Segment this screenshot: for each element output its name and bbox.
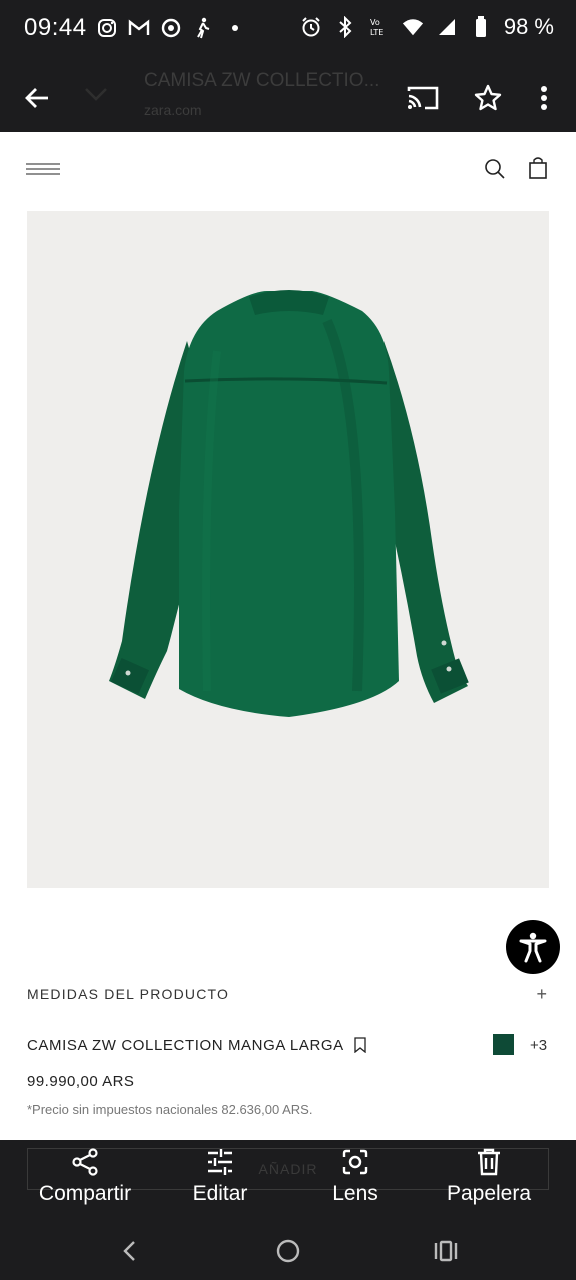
plus-icon: + bbox=[536, 984, 547, 1004]
chevron-left-icon bbox=[123, 1241, 135, 1261]
cast-button[interactable] bbox=[401, 76, 445, 120]
nav-back-button[interactable] bbox=[112, 1234, 146, 1268]
shirt-illustration bbox=[109, 290, 469, 717]
chrome-icon bbox=[160, 17, 182, 39]
gmail-icon bbox=[128, 17, 150, 39]
svg-text:Vo: Vo bbox=[370, 18, 380, 27]
status-bar: 09:44 Vo LTE 98 % bbox=[0, 0, 576, 58]
page-title: CAMISA ZW COLLECTIO... bbox=[144, 70, 380, 91]
browser-toolbar: CAMISA ZW COLLECTIO... zara.com bbox=[0, 58, 576, 132]
save-product-button[interactable] bbox=[353, 1037, 367, 1058]
signal-icon bbox=[436, 16, 458, 38]
accessibility-icon bbox=[519, 932, 547, 963]
instagram-icon bbox=[96, 17, 118, 39]
site-header bbox=[0, 132, 576, 210]
search-button[interactable] bbox=[484, 158, 506, 180]
product-info: CAMISA ZW COLLECTION MANGA LARGA +3 bbox=[27, 1034, 549, 1060]
menu-icon bbox=[26, 163, 60, 175]
bluetooth-icon bbox=[334, 16, 356, 38]
tax-note: *Precio sin impuestos nacionales 82.636,… bbox=[27, 1102, 313, 1117]
edit-label: Editar bbox=[192, 1182, 248, 1205]
chevron-down-icon bbox=[85, 88, 107, 101]
battery-percent: 98 % bbox=[503, 14, 554, 39]
delete-button[interactable]: Papelera bbox=[424, 1148, 554, 1206]
edit-button[interactable]: Editar bbox=[155, 1148, 285, 1206]
screenshot-action-bar: AÑADIR Compartir Editar Lens Papelera bbox=[0, 1140, 576, 1220]
more-colors-count[interactable]: +3 bbox=[530, 1037, 547, 1054]
svg-text:LTE: LTE bbox=[370, 28, 383, 37]
dot-icon bbox=[224, 17, 246, 39]
delete-label: Papelera bbox=[446, 1182, 532, 1205]
share-label: Compartir bbox=[38, 1182, 132, 1205]
page-url: zara.com bbox=[144, 102, 202, 118]
lens-label: Lens bbox=[332, 1182, 378, 1205]
lens-button[interactable]: Lens bbox=[290, 1148, 420, 1206]
nav-home-button[interactable] bbox=[271, 1234, 305, 1268]
trash-icon bbox=[478, 1148, 500, 1176]
cast-icon bbox=[407, 86, 439, 110]
alarm-icon bbox=[300, 16, 322, 38]
tune-icon bbox=[208, 1149, 232, 1175]
product-price: 99.990,00 ARS bbox=[27, 1073, 135, 1090]
bookmark-icon bbox=[354, 1037, 366, 1054]
product-name: CAMISA ZW COLLECTION MANGA LARGA bbox=[27, 1037, 344, 1054]
arrow-left-icon bbox=[25, 88, 48, 108]
product-measurements-toggle[interactable]: MEDIDAS DEL PRODUCTO + bbox=[27, 984, 549, 1004]
recents-icon bbox=[434, 1240, 458, 1262]
shopping-bag-icon bbox=[529, 157, 547, 179]
menu-button[interactable] bbox=[26, 160, 60, 180]
bookmark-star-button[interactable] bbox=[466, 76, 510, 120]
lens-icon bbox=[342, 1149, 368, 1175]
search-icon bbox=[485, 159, 505, 179]
share-button[interactable]: Compartir bbox=[20, 1148, 150, 1206]
measurements-label: MEDIDAS DEL PRODUCTO bbox=[27, 986, 230, 1002]
collapse-button[interactable] bbox=[74, 72, 118, 116]
share-icon bbox=[72, 1148, 98, 1176]
product-image[interactable] bbox=[27, 211, 549, 888]
cart-button[interactable] bbox=[528, 156, 550, 180]
wifi-icon bbox=[402, 16, 424, 38]
accessibility-button[interactable] bbox=[506, 920, 560, 974]
walking-icon bbox=[192, 17, 214, 39]
back-button[interactable] bbox=[15, 76, 59, 120]
color-swatch[interactable] bbox=[493, 1034, 514, 1055]
star-icon bbox=[474, 84, 502, 111]
volte-icon: Vo LTE bbox=[368, 16, 390, 38]
nav-recents-button[interactable] bbox=[429, 1234, 463, 1268]
battery-icon bbox=[470, 16, 492, 38]
status-time: 09:44 bbox=[24, 14, 87, 41]
more-options-button[interactable] bbox=[522, 76, 566, 120]
system-nav-bar bbox=[0, 1220, 576, 1280]
more-vert-icon bbox=[541, 86, 547, 110]
home-circle-icon bbox=[276, 1239, 300, 1263]
